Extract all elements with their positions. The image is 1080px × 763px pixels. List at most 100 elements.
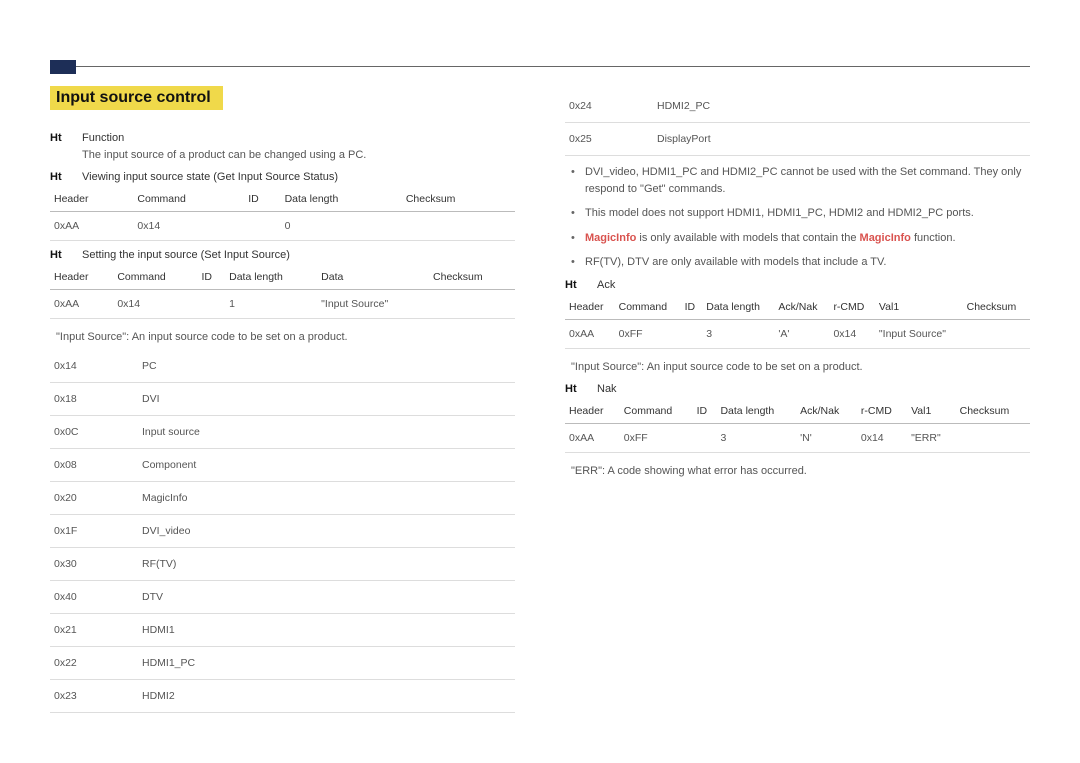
notes-list: DVI_video, HDMI1_PC and HDMI2_PC cannot … xyxy=(565,164,1030,271)
table-row: 0x08Component xyxy=(50,448,515,481)
th: ID xyxy=(681,295,703,320)
cell: "Input Source" xyxy=(875,319,963,348)
cell: 3 xyxy=(702,319,774,348)
name-cell: DVI_video xyxy=(138,514,515,547)
code-cell: 0x14 xyxy=(50,350,138,383)
function-description: The input source of a product can be cha… xyxy=(82,148,515,163)
magicinfo-highlight: MagicInfo xyxy=(860,232,911,244)
code-cell: 0x20 xyxy=(50,481,138,514)
cell xyxy=(198,290,226,319)
cell xyxy=(693,424,717,453)
cell: 0x14 xyxy=(113,290,197,319)
note-text: RF(TV), DTV are only available with mode… xyxy=(585,256,886,268)
bullet-icon: Ht xyxy=(50,171,72,183)
th-datalen: Data length xyxy=(225,265,317,290)
ack-table: Header Command ID Data length Ack/Nak r-… xyxy=(565,295,1030,349)
source-codes-table-cont: 0x24HDMI2_PC0x25DisplayPort xyxy=(565,90,1030,156)
table-row: 0x30RF(TV) xyxy=(50,547,515,580)
th: Ack/Nak xyxy=(796,399,857,424)
ack-label: Ack xyxy=(597,279,615,291)
code-cell: 0x0C xyxy=(50,415,138,448)
th-command: Command xyxy=(133,187,244,212)
table-row: 0x1FDVI_video xyxy=(50,514,515,547)
page: Input source control Ht Function The inp… xyxy=(0,0,1080,753)
cell xyxy=(402,212,515,241)
cell: "Input Source" xyxy=(317,290,429,319)
th-id: ID xyxy=(198,265,226,290)
th-datalen: Data length xyxy=(281,187,402,212)
name-cell: Input source xyxy=(138,415,515,448)
cell: 'N' xyxy=(796,424,857,453)
cell xyxy=(956,424,1030,453)
table-row: 0x24HDMI2_PC xyxy=(565,90,1030,123)
code-cell: 0x24 xyxy=(565,90,653,123)
name-cell: DTV xyxy=(138,580,515,613)
cell xyxy=(963,319,1030,348)
table-row: 0x0CInput source xyxy=(50,415,515,448)
th: Ack/Nak xyxy=(774,295,829,320)
th: Val1 xyxy=(907,399,956,424)
ack-row: Ht Ack xyxy=(565,279,1030,291)
th-header: Header xyxy=(50,187,133,212)
cell: 'A' xyxy=(774,319,829,348)
table-row: 0x23HDMI2 xyxy=(50,679,515,712)
bullet-icon: Ht xyxy=(565,279,587,291)
cell: 3 xyxy=(716,424,796,453)
cell: 0 xyxy=(281,212,402,241)
th-header: Header xyxy=(50,265,113,290)
nak-label: Nak xyxy=(597,383,617,395)
function-row: Ht Function xyxy=(50,132,515,144)
table-row: 0x20MagicInfo xyxy=(50,481,515,514)
cell: 0xAA xyxy=(565,424,620,453)
note-item: MagicInfo is only available with models … xyxy=(571,230,1030,247)
th: Command xyxy=(620,399,693,424)
table-row: 0x40DTV xyxy=(50,580,515,613)
code-cell: 0x21 xyxy=(50,613,138,646)
name-cell: PC xyxy=(138,350,515,383)
th: r-CMD xyxy=(829,295,874,320)
view-state-label: Viewing input source state (Get Input So… xyxy=(82,171,338,183)
function-label: Function xyxy=(82,132,124,144)
name-cell: HDMI2 xyxy=(138,679,515,712)
th: Checksum xyxy=(963,295,1030,320)
th: Header xyxy=(565,399,620,424)
note-text: function. xyxy=(914,232,956,244)
th-checksum: Checksum xyxy=(402,187,515,212)
cell: 0xFF xyxy=(620,424,693,453)
right-column: 0x24HDMI2_PC0x25DisplayPort DVI_video, H… xyxy=(565,86,1030,713)
th: r-CMD xyxy=(857,399,907,424)
note-item: This model does not support HDMI1, HDMI1… xyxy=(571,205,1030,222)
th: Data length xyxy=(702,295,774,320)
cell: 0x14 xyxy=(829,319,874,348)
code-cell: 0x23 xyxy=(50,679,138,712)
name-cell: HDMI1_PC xyxy=(138,646,515,679)
input-source-note: "Input Source": An input source code to … xyxy=(56,329,515,346)
table-row: 0xAA 0x14 1 "Input Source" xyxy=(50,290,515,319)
note-text: is only available with models that conta… xyxy=(639,232,859,244)
view-state-table: Header Command ID Data length Checksum 0… xyxy=(50,187,515,241)
set-source-label: Setting the input source (Set Input Sour… xyxy=(82,249,290,261)
code-cell: 0x18 xyxy=(50,382,138,415)
th-data: Data xyxy=(317,265,429,290)
th: ID xyxy=(693,399,717,424)
left-column: Input source control Ht Function The inp… xyxy=(50,86,515,713)
table-row: 0x14PC xyxy=(50,350,515,383)
th: Command xyxy=(615,295,681,320)
nak-table: Header Command ID Data length Ack/Nak r-… xyxy=(565,399,1030,453)
cell: 0xFF xyxy=(615,319,681,348)
code-cell: 0x40 xyxy=(50,580,138,613)
name-cell: HDMI1 xyxy=(138,613,515,646)
ack-note: "Input Source": An input source code to … xyxy=(571,359,1030,376)
view-state-row: Ht Viewing input source state (Get Input… xyxy=(50,171,515,183)
cell: 0xAA xyxy=(565,319,615,348)
bullet-icon: Ht xyxy=(50,249,72,261)
cell: 1 xyxy=(225,290,317,319)
code-cell: 0x25 xyxy=(565,123,653,156)
set-source-row: Ht Setting the input source (Set Input S… xyxy=(50,249,515,261)
th-command: Command xyxy=(113,265,197,290)
name-cell: DVI xyxy=(138,382,515,415)
name-cell: HDMI2_PC xyxy=(653,90,1030,123)
note-text: DVI_video, HDMI1_PC and HDMI2_PC cannot … xyxy=(585,166,1021,195)
cell: 0xAA xyxy=(50,290,113,319)
table-row: 0xAA 0xFF 3 'N' 0x14 "ERR" xyxy=(565,424,1030,453)
